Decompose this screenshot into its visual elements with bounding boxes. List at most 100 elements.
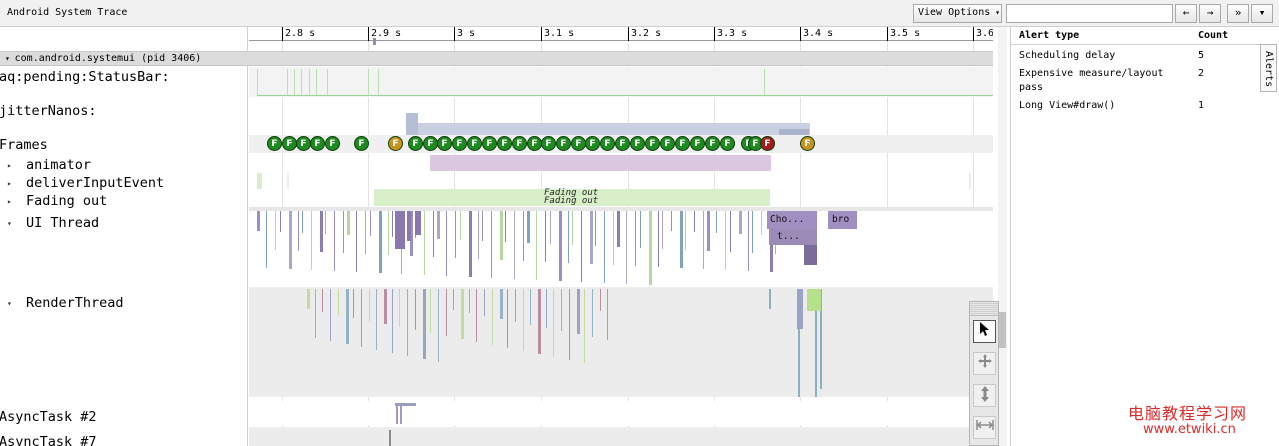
ui-thread-slice[interactable] bbox=[482, 211, 483, 241]
ui-thread-slice[interactable] bbox=[545, 211, 546, 262]
ui-thread-slice[interactable] bbox=[626, 211, 627, 284]
ui-thread-slice[interactable] bbox=[635, 211, 636, 266]
ui-thread-slice[interactable] bbox=[379, 211, 382, 273]
frame-marker-warn[interactable]: F bbox=[800, 136, 815, 151]
frame-marker-good[interactable]: F bbox=[282, 136, 297, 151]
ui-thread-slice[interactable] bbox=[446, 211, 447, 276]
ui-thread-slice[interactable] bbox=[460, 211, 461, 240]
ui-thread-slice[interactable] bbox=[662, 211, 663, 249]
render-thread-slice[interactable] bbox=[346, 289, 349, 344]
async-slice[interactable] bbox=[396, 406, 398, 424]
render-thread-slice[interactable] bbox=[584, 289, 585, 363]
ui-thread-slice[interactable] bbox=[469, 211, 472, 277]
animator-slice[interactable] bbox=[430, 155, 771, 171]
ui-thread-slice[interactable] bbox=[505, 211, 506, 242]
render-thread-slice[interactable] bbox=[476, 289, 477, 342]
pan-mode-button[interactable] bbox=[973, 352, 996, 375]
input-slice[interactable] bbox=[287, 173, 289, 189]
ui-thread-slice[interactable] bbox=[748, 211, 749, 271]
view-options-dropdown[interactable]: View Options ▾ bbox=[913, 4, 1002, 23]
expand-animator-icon[interactable]: ▸ bbox=[7, 161, 12, 170]
alerts-tab[interactable]: Alerts bbox=[1260, 44, 1277, 92]
async-slice[interactable] bbox=[400, 406, 402, 424]
ui-thread-slice[interactable] bbox=[550, 211, 551, 244]
frame-marker-warn[interactable]: F bbox=[388, 136, 403, 151]
previous-result-button[interactable]: ← bbox=[1175, 4, 1197, 23]
ui-thread-slice[interactable] bbox=[527, 211, 530, 243]
ui-thread-slice[interactable] bbox=[395, 211, 405, 249]
ui-thread-slice[interactable] bbox=[455, 211, 456, 258]
render-thread-slice[interactable] bbox=[592, 289, 593, 337]
ui-thread-slice[interactable] bbox=[752, 211, 753, 253]
render-thread-slice[interactable] bbox=[415, 289, 416, 330]
frame-marker-good[interactable]: F bbox=[660, 136, 675, 151]
render-thread-slice[interactable] bbox=[561, 289, 562, 331]
track-label-fading-out[interactable]: Fading out bbox=[26, 193, 107, 209]
async-slice[interactable] bbox=[395, 403, 416, 406]
time-ruler[interactable]: 2.8 s 2.9 s 3 s 3.1 s 3.2 s 3.3 s 3.4 s … bbox=[249, 27, 993, 41]
ui-thread-slice[interactable] bbox=[671, 211, 672, 231]
render-thread-slice[interactable] bbox=[392, 289, 393, 353]
ui-thread-slice[interactable] bbox=[658, 211, 659, 267]
collapse-process-icon[interactable]: ▾ bbox=[5, 54, 15, 63]
ui-thread-slice[interactable] bbox=[617, 211, 620, 247]
palette-grip[interactable] bbox=[970, 302, 998, 316]
frame-marker-good[interactable]: F bbox=[571, 136, 586, 151]
alert-count-header[interactable]: Count bbox=[1198, 30, 1228, 41]
ui-thread-slice[interactable] bbox=[559, 211, 562, 281]
ui-thread-slice[interactable] bbox=[289, 211, 292, 269]
ui-thread-slice[interactable] bbox=[500, 211, 503, 260]
ui-thread-slice[interactable] bbox=[347, 211, 350, 235]
input-slice[interactable] bbox=[257, 173, 262, 189]
frame-marker-good[interactable]: F bbox=[705, 136, 720, 151]
ui-thread-slice[interactable] bbox=[536, 211, 537, 280]
render-slice[interactable] bbox=[797, 289, 803, 329]
frame-marker-good[interactable]: F bbox=[645, 136, 660, 151]
render-thread-slice[interactable] bbox=[338, 289, 339, 315]
frame-marker-good[interactable]: F bbox=[512, 136, 527, 151]
render-thread-slice[interactable] bbox=[453, 289, 454, 310]
render-thread-slice[interactable] bbox=[530, 289, 531, 325]
ui-thread-slice[interactable] bbox=[680, 211, 683, 268]
frame-marker-good[interactable]: F bbox=[600, 136, 615, 151]
frame-marker-good[interactable]: F bbox=[452, 136, 467, 151]
track-label-animator[interactable]: animator bbox=[26, 157, 91, 173]
timeline-scrollbar[interactable] bbox=[998, 27, 1007, 446]
frame-marker-good[interactable]: F bbox=[675, 136, 690, 151]
timing-mode-button[interactable] bbox=[973, 416, 996, 439]
ui-thread-slice[interactable] bbox=[365, 211, 366, 254]
ui-thread-slice[interactable] bbox=[257, 211, 260, 231]
ui-thread-slice[interactable] bbox=[302, 211, 303, 233]
timeline-track-view[interactable]: 2.8 s 2.9 s 3 s 3.1 s 3.2 s 3.3 s 3.4 s … bbox=[249, 27, 993, 446]
render-thread-slice[interactable] bbox=[384, 289, 387, 324]
next-result-button[interactable]: → bbox=[1199, 4, 1221, 23]
frame-marker-good[interactable]: F bbox=[720, 136, 735, 151]
ui-thread-slice[interactable] bbox=[343, 211, 344, 253]
alert-type-header[interactable]: Alert type bbox=[1019, 30, 1079, 41]
render-thread-slice[interactable] bbox=[369, 289, 370, 321]
render-thread-slice[interactable] bbox=[607, 289, 608, 340]
ui-thread-slice[interactable] bbox=[275, 211, 276, 250]
ui-thread-slice[interactable] bbox=[433, 211, 434, 257]
ui-thread-slice[interactable] bbox=[685, 211, 686, 250]
ui-thread-slice[interactable] bbox=[491, 211, 492, 278]
render-thread-slice[interactable] bbox=[461, 289, 464, 339]
ui-thread-slice[interactable] bbox=[604, 211, 605, 283]
render-thread-slice[interactable] bbox=[484, 289, 485, 316]
frame-marker-good[interactable]: F bbox=[467, 136, 482, 151]
ui-thread-slice[interactable] bbox=[613, 211, 614, 265]
ui-thread-slice[interactable] bbox=[320, 211, 323, 252]
ui-thread-slice[interactable] bbox=[424, 211, 425, 275]
frame-marker-good[interactable]: F bbox=[556, 136, 571, 151]
frame-marker-good[interactable]: F bbox=[325, 136, 340, 151]
render-thread-slice[interactable] bbox=[330, 289, 331, 341]
ui-thread-slice[interactable] bbox=[707, 211, 710, 251]
render-thread-slice[interactable] bbox=[423, 289, 426, 359]
render-thread-slice[interactable] bbox=[507, 289, 508, 348]
ui-thread-slice[interactable] bbox=[280, 211, 281, 232]
frame-marker-good[interactable]: F bbox=[267, 136, 282, 151]
selection-mode-button[interactable] bbox=[973, 320, 996, 343]
choreographer-slice[interactable]: Cho... bbox=[767, 211, 817, 229]
frame-marker-good[interactable]: F bbox=[408, 136, 423, 151]
expand-deliver-input-icon[interactable]: ▸ bbox=[7, 179, 12, 188]
